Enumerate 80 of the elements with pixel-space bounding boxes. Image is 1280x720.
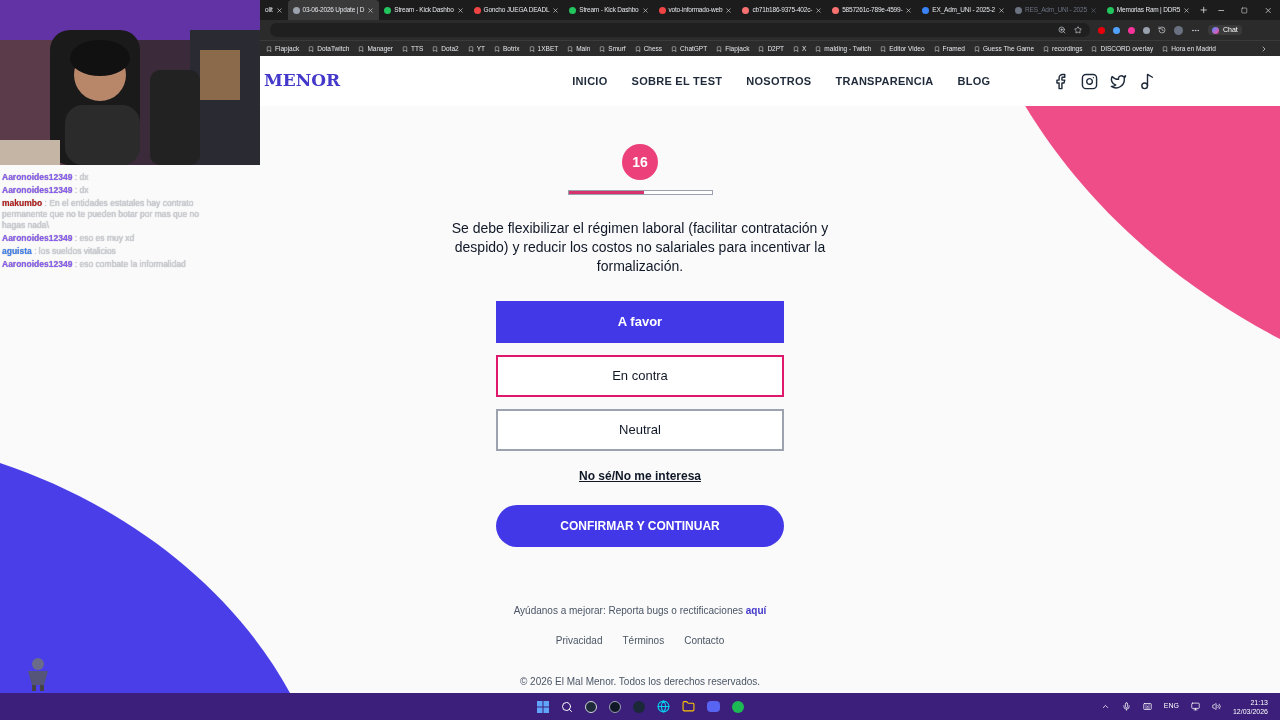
confirm-button[interactable]: CONFIRMAR Y CONTINUAR (496, 505, 784, 547)
close-icon[interactable] (905, 6, 913, 14)
site-logo[interactable]: MENOR (264, 68, 341, 94)
bookmark-icon (358, 45, 365, 52)
tray-expand-icon[interactable] (1100, 702, 1110, 711)
zoom-icon[interactable] (1058, 26, 1066, 34)
nav-link[interactable]: SOBRE EL TEST (631, 72, 723, 90)
bookmark-icon (634, 45, 641, 52)
footer-link[interactable]: Contacto (684, 633, 725, 648)
tab-favicon-icon (384, 6, 392, 14)
bookmark-icon (494, 45, 500, 52)
bookmark-icon (671, 45, 678, 52)
close-icon[interactable] (552, 6, 560, 14)
answer-option[interactable]: Neutral (496, 409, 784, 451)
history-icon[interactable] (1158, 26, 1166, 34)
close-icon[interactable] (456, 6, 464, 14)
bookmark-icon (793, 45, 799, 52)
bookmark-icon (1091, 45, 1098, 52)
microphone-icon[interactable] (1121, 702, 1131, 711)
tab-favicon-icon (922, 6, 930, 14)
nav-link[interactable]: TRANSPARENCIA (835, 72, 934, 90)
footer-link[interactable]: Privacidad (555, 633, 603, 648)
tab-favicon-icon (473, 6, 481, 14)
answer-option[interactable]: A favor (496, 301, 784, 343)
bookmark-icon (880, 45, 887, 52)
tab-favicon-icon (832, 6, 840, 14)
keyboard-icon[interactable] (1142, 702, 1152, 711)
restore-icon[interactable] (1240, 6, 1248, 14)
browser-icon[interactable] (656, 700, 670, 713)
close-icon[interactable] (725, 6, 733, 14)
favorite-icon[interactable] (1074, 26, 1082, 34)
question-text: Se debe flexibilizar el régimen laboral (facilitar contratación y despido) y reducir los costos no salariales para incentivar la formalización. (450, 219, 830, 276)
bookmark-icon (1043, 45, 1050, 52)
folder-icon[interactable] (681, 700, 695, 713)
bookmark-icon (1162, 45, 1169, 52)
answer-option[interactable]: En contra (496, 355, 784, 397)
tab-favicon-icon (292, 6, 300, 14)
close-icon[interactable] (998, 6, 1006, 14)
nav-link[interactable]: NOSOTROS (746, 72, 812, 90)
close-icon[interactable] (815, 6, 823, 14)
bookmark-icon (432, 45, 439, 52)
search-icon[interactable] (560, 700, 573, 713)
skip-link[interactable]: No sé/No me interesa (578, 467, 701, 485)
close-icon[interactable] (641, 6, 649, 14)
close-icon[interactable] (367, 6, 375, 14)
copyright-text: © 2026 El Mal Menor. Todos los derechos reservados. (519, 675, 761, 689)
bookmark-icon (716, 45, 723, 52)
bookmark-icon (467, 45, 474, 52)
more-bookmarks-icon[interactable] (1260, 44, 1268, 53)
bookmark-icon (402, 45, 409, 52)
close-icon[interactable] (275, 6, 283, 14)
bookmark-icon (973, 45, 980, 52)
address-field[interactable] (270, 23, 1090, 37)
bookmark-icon (815, 45, 822, 52)
close-icon[interactable] (1263, 5, 1272, 15)
step-badge: 16 (622, 144, 658, 180)
bookmark-icon (567, 45, 574, 52)
bookmark-icon (599, 45, 606, 52)
tab-favicon-icon (1106, 6, 1114, 14)
bookmark-icon (266, 45, 272, 52)
tab-favicon-icon (742, 6, 750, 14)
tab-favicon-icon (658, 6, 666, 14)
bookmark-icon (933, 45, 940, 52)
bookmark-icon (528, 45, 535, 52)
tab-favicon-icon (569, 6, 577, 14)
bookmark-icon (758, 45, 765, 52)
volume-icon[interactable] (1211, 702, 1221, 711)
twitter-icon[interactable] (1110, 72, 1128, 90)
nav-link[interactable]: BLOG (957, 72, 991, 90)
report-text: Ayúdanos a mejorar: Reporta bugs o rectificaciones aquí (513, 604, 767, 618)
footer-link[interactable]: Términos (622, 633, 665, 648)
display-icon[interactable] (1190, 702, 1200, 711)
start-icon[interactable] (536, 700, 549, 713)
close-icon[interactable] (1183, 6, 1191, 14)
new-tab-icon[interactable] (1199, 5, 1209, 15)
nav-link[interactable]: INICIO (572, 72, 608, 90)
tab-favicon-icon (1015, 6, 1023, 14)
profile-avatar[interactable] (1174, 25, 1183, 35)
bookmark-icon (308, 45, 315, 52)
instagram-icon[interactable] (1081, 72, 1099, 90)
